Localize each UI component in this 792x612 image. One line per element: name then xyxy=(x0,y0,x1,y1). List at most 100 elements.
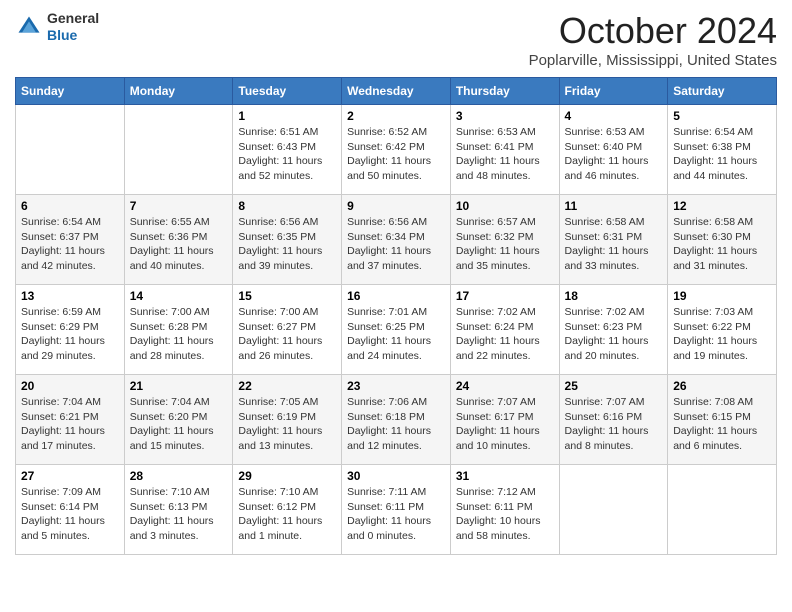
day-number: 11 xyxy=(565,199,663,213)
day-info: Sunrise: 7:05 AMSunset: 6:19 PMDaylight:… xyxy=(238,395,336,454)
calendar-day-cell: 27 Sunrise: 7:09 AMSunset: 6:14 PMDayligh… xyxy=(16,465,125,555)
calendar-week-row: 20 Sunrise: 7:04 AMSunset: 6:21 PMDayligh… xyxy=(16,375,777,465)
day-info: Sunrise: 6:52 AMSunset: 6:42 PMDaylight:… xyxy=(347,125,445,184)
logo-icon xyxy=(15,13,43,41)
calendar-header: SundayMondayTuesdayWednesdayThursdayFrid… xyxy=(16,78,777,105)
location: Poplarville, Mississippi, United States xyxy=(529,52,777,69)
day-number: 6 xyxy=(21,199,119,213)
day-number: 7 xyxy=(130,199,228,213)
day-number: 12 xyxy=(673,199,771,213)
calendar-day-cell: 7Sunrise: 6:55 AMSunset: 6:36 PMDaylight… xyxy=(124,195,233,285)
calendar-day-cell: 13 Sunrise: 6:59 AMSunset: 6:29 PMDayligh… xyxy=(16,285,125,375)
day-number: 18 xyxy=(565,289,663,303)
day-info: Sunrise: 7:09 AMSunset: 6:14 PMDaylight:… xyxy=(21,485,119,544)
day-number: 10 xyxy=(456,199,554,213)
day-number: 30 xyxy=(347,469,445,483)
calendar-week-row: 1 Sunrise: 6:51 AMSunset: 6:43 PMDaylight… xyxy=(16,105,777,195)
day-number: 4 xyxy=(565,109,663,123)
calendar-day-cell xyxy=(16,105,125,195)
calendar-day-cell: 29 Sunrise: 7:10 AMSunset: 6:12 PMDayligh… xyxy=(233,465,342,555)
calendar-day-cell xyxy=(668,465,777,555)
day-number: 5 xyxy=(673,109,771,123)
calendar-day-cell: 26 Sunrise: 7:08 AMSunset: 6:15 PMDayligh… xyxy=(668,375,777,465)
day-info: Sunrise: 7:10 AMSunset: 6:12 PMDaylight:… xyxy=(238,485,336,544)
calendar-day-cell: 11 Sunrise: 6:58 AMSunset: 6:31 PMDayligh… xyxy=(559,195,668,285)
logo-text: General Blue xyxy=(47,10,99,44)
day-info: Sunrise: 6:56 AMSunset: 6:35 PMDaylight:… xyxy=(238,215,336,274)
day-info: Sunrise: 7:08 AMSunset: 6:15 PMDaylight:… xyxy=(673,395,771,454)
day-header-row: SundayMondayTuesdayWednesdayThursdayFrid… xyxy=(16,78,777,105)
day-number: 2 xyxy=(347,109,445,123)
day-info: Sunrise: 6:53 AMSunset: 6:40 PMDaylight:… xyxy=(565,125,663,184)
day-info: Sunrise: 6:56 AMSunset: 6:34 PMDaylight:… xyxy=(347,215,445,274)
day-number: 13 xyxy=(21,289,119,303)
calendar-day-cell: 19Sunrise: 7:03 AMSunset: 6:22 PMDayligh… xyxy=(668,285,777,375)
day-of-week-header: Sunday xyxy=(16,78,125,105)
day-number: 28 xyxy=(130,469,228,483)
calendar-day-cell: 30 Sunrise: 7:11 AMSunset: 6:11 PMDayligh… xyxy=(342,465,451,555)
calendar-day-cell: 24Sunrise: 7:07 AMSunset: 6:17 PMDayligh… xyxy=(450,375,559,465)
calendar-day-cell: 4 Sunrise: 6:53 AMSunset: 6:40 PMDaylight… xyxy=(559,105,668,195)
calendar-day-cell xyxy=(559,465,668,555)
calendar-day-cell: 31Sunrise: 7:12 AMSunset: 6:11 PMDayligh… xyxy=(450,465,559,555)
day-number: 22 xyxy=(238,379,336,393)
calendar-day-cell: 18 Sunrise: 7:02 AMSunset: 6:23 PMDayligh… xyxy=(559,285,668,375)
day-info: Sunrise: 6:54 AMSunset: 6:37 PMDaylight:… xyxy=(21,215,119,274)
calendar-day-cell: 23Sunrise: 7:06 AMSunset: 6:18 PMDayligh… xyxy=(342,375,451,465)
day-number: 21 xyxy=(130,379,228,393)
page-header: General Blue October 2024 Poplarville, M… xyxy=(15,10,777,69)
day-number: 20 xyxy=(21,379,119,393)
day-of-week-header: Wednesday xyxy=(342,78,451,105)
calendar-day-cell: 6 Sunrise: 6:54 AMSunset: 6:37 PMDaylight… xyxy=(16,195,125,285)
day-info: Sunrise: 6:58 AMSunset: 6:30 PMDaylight:… xyxy=(673,215,771,274)
calendar-day-cell: 3Sunrise: 6:53 AMSunset: 6:41 PMDaylight… xyxy=(450,105,559,195)
day-number: 16 xyxy=(347,289,445,303)
calendar-day-cell: 15Sunrise: 7:00 AMSunset: 6:27 PMDayligh… xyxy=(233,285,342,375)
day-info: Sunrise: 6:51 AMSunset: 6:43 PMDaylight:… xyxy=(238,125,336,184)
day-of-week-header: Thursday xyxy=(450,78,559,105)
calendar-day-cell: 5 Sunrise: 6:54 AMSunset: 6:38 PMDaylight… xyxy=(668,105,777,195)
day-of-week-header: Friday xyxy=(559,78,668,105)
day-number: 17 xyxy=(456,289,554,303)
day-info: Sunrise: 7:04 AMSunset: 6:21 PMDaylight:… xyxy=(21,395,119,454)
day-info: Sunrise: 7:01 AMSunset: 6:25 PMDaylight:… xyxy=(347,305,445,364)
calendar-day-cell: 1 Sunrise: 6:51 AMSunset: 6:43 PMDaylight… xyxy=(233,105,342,195)
calendar-day-cell: 20 Sunrise: 7:04 AMSunset: 6:21 PMDayligh… xyxy=(16,375,125,465)
calendar-day-cell: 22 Sunrise: 7:05 AMSunset: 6:19 PMDayligh… xyxy=(233,375,342,465)
logo: General Blue xyxy=(15,10,99,44)
day-info: Sunrise: 6:58 AMSunset: 6:31 PMDaylight:… xyxy=(565,215,663,274)
day-info: Sunrise: 7:02 AMSunset: 6:23 PMDaylight:… xyxy=(565,305,663,364)
calendar-day-cell: 21 Sunrise: 7:04 AMSunset: 6:20 PMDayligh… xyxy=(124,375,233,465)
day-number: 1 xyxy=(238,109,336,123)
calendar-table: SundayMondayTuesdayWednesdayThursdayFrid… xyxy=(15,77,777,555)
day-number: 14 xyxy=(130,289,228,303)
calendar-day-cell: 2 Sunrise: 6:52 AMSunset: 6:42 PMDaylight… xyxy=(342,105,451,195)
calendar-day-cell: 25 Sunrise: 7:07 AMSunset: 6:16 PMDayligh… xyxy=(559,375,668,465)
day-info: Sunrise: 7:04 AMSunset: 6:20 PMDaylight:… xyxy=(130,395,228,454)
calendar-day-cell: 12 Sunrise: 6:58 AMSunset: 6:30 PMDayligh… xyxy=(668,195,777,285)
day-number: 8 xyxy=(238,199,336,213)
day-info: Sunrise: 6:59 AMSunset: 6:29 PMDaylight:… xyxy=(21,305,119,364)
day-number: 25 xyxy=(565,379,663,393)
day-info: Sunrise: 7:11 AMSunset: 6:11 PMDaylight:… xyxy=(347,485,445,544)
day-of-week-header: Saturday xyxy=(668,78,777,105)
day-number: 27 xyxy=(21,469,119,483)
day-info: Sunrise: 6:54 AMSunset: 6:38 PMDaylight:… xyxy=(673,125,771,184)
calendar-day-cell: 14 Sunrise: 7:00 AMSunset: 6:28 PMDayligh… xyxy=(124,285,233,375)
day-info: Sunrise: 7:07 AMSunset: 6:16 PMDaylight:… xyxy=(565,395,663,454)
title-block: October 2024 Poplarville, Mississippi, U… xyxy=(529,10,777,69)
day-number: 19 xyxy=(673,289,771,303)
calendar-week-row: 27 Sunrise: 7:09 AMSunset: 6:14 PMDayligh… xyxy=(16,465,777,555)
day-number: 23 xyxy=(347,379,445,393)
day-info: Sunrise: 6:53 AMSunset: 6:41 PMDaylight:… xyxy=(456,125,554,184)
day-number: 29 xyxy=(238,469,336,483)
day-info: Sunrise: 7:00 AMSunset: 6:28 PMDaylight:… xyxy=(130,305,228,364)
month-title: October 2024 xyxy=(529,10,777,52)
day-number: 15 xyxy=(238,289,336,303)
calendar-day-cell: 17Sunrise: 7:02 AMSunset: 6:24 PMDayligh… xyxy=(450,285,559,375)
day-number: 26 xyxy=(673,379,771,393)
day-number: 24 xyxy=(456,379,554,393)
day-number: 9 xyxy=(347,199,445,213)
day-info: Sunrise: 7:10 AMSunset: 6:13 PMDaylight:… xyxy=(130,485,228,544)
day-number: 31 xyxy=(456,469,554,483)
